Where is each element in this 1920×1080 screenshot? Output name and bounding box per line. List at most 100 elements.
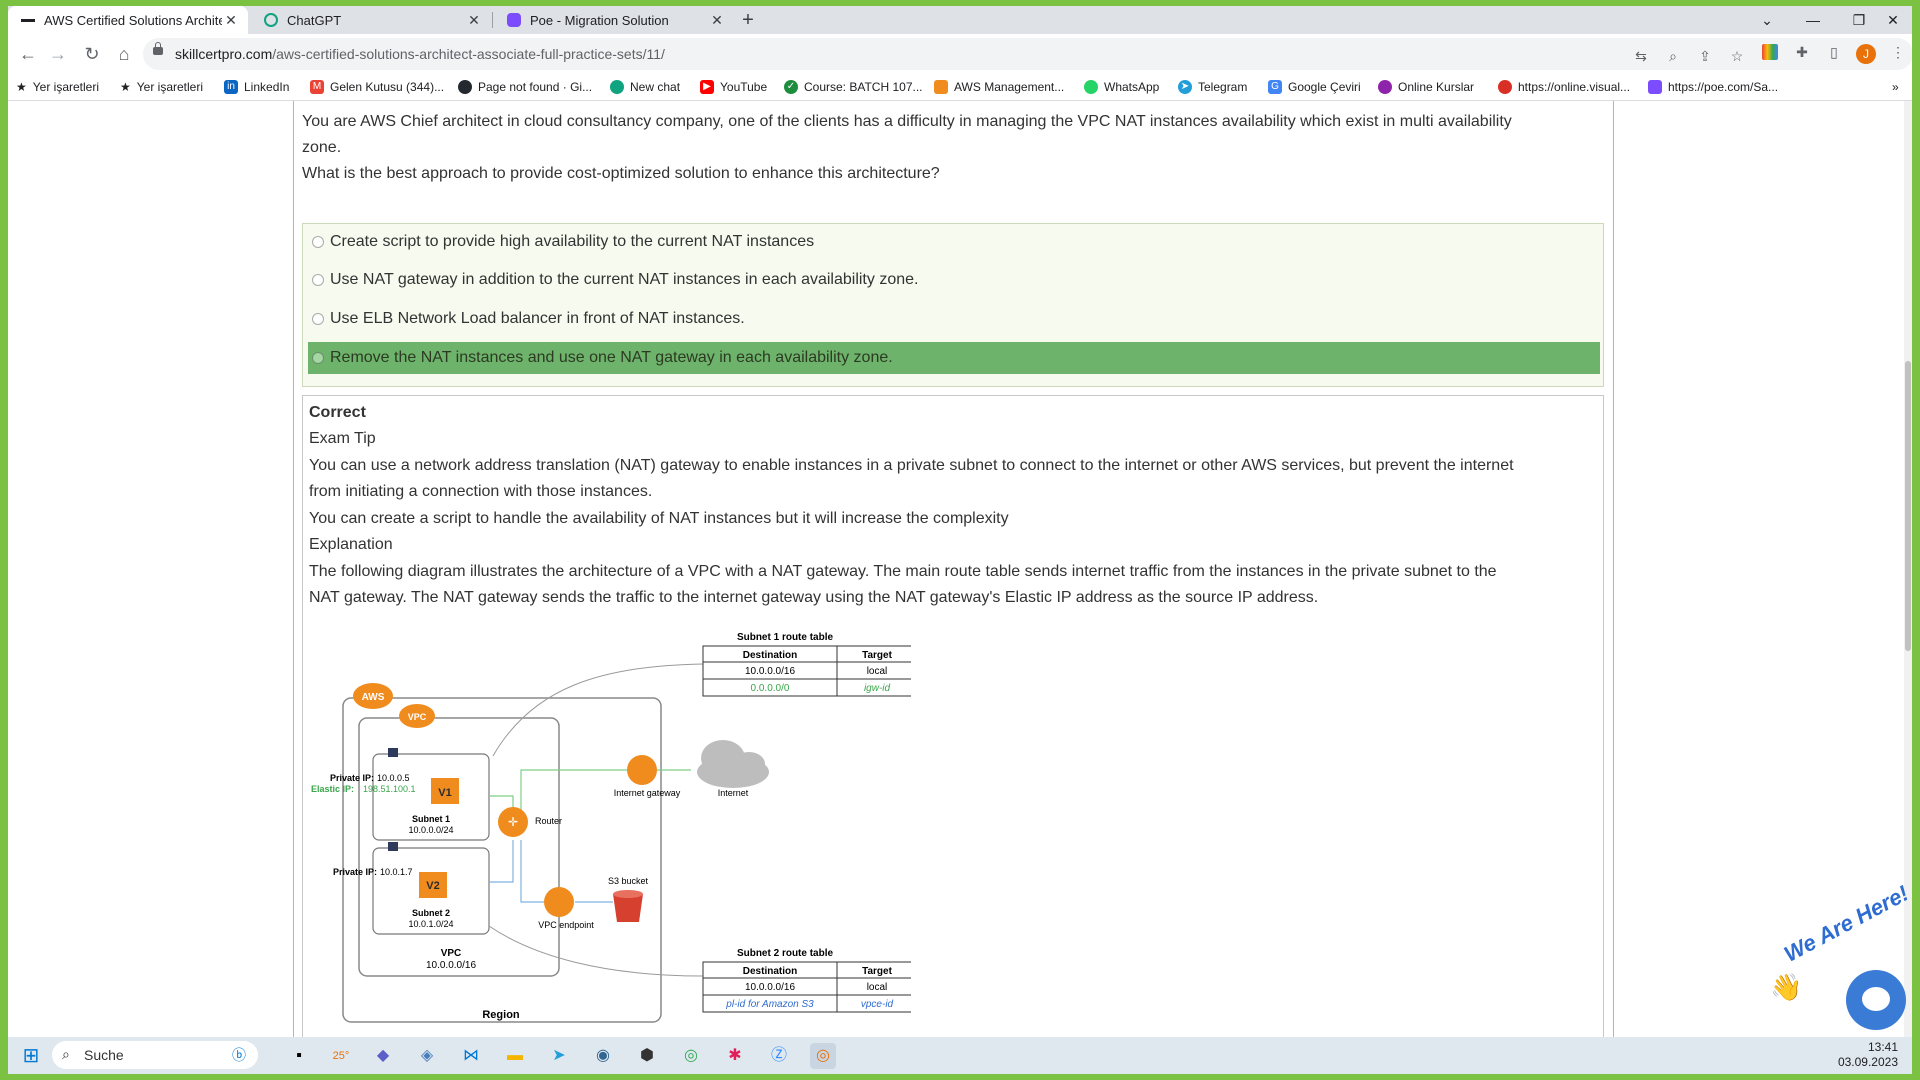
gmail-icon: M [310, 80, 324, 94]
translate-icon: G [1268, 80, 1282, 94]
zoom-icon[interactable]: ⌕ [1663, 46, 1683, 66]
windows-start-icon[interactable]: ⊞ [18, 1043, 44, 1069]
bookmark-google-translate[interactable]: G Google Çeviri [1268, 78, 1361, 96]
diagram-svg: Region AWS VPC VPC 10.0.0.0/16 V1 Subnet… [311, 632, 918, 1023]
private-ip2-label: Private IP: [333, 867, 377, 877]
answer-option[interactable]: Use ELB Network Load balancer in front o… [308, 303, 1600, 335]
bookmark-aws[interactable]: AWS Management... [934, 78, 1064, 96]
vpc-label: VPC [441, 948, 462, 959]
url-text[interactable]: skillcertpro.com/aws-certified-solutions… [175, 46, 665, 62]
bookmark-star-icon[interactable]: ☆ [1727, 46, 1747, 66]
explanation-panel: Correct Exam Tip You can use a network a… [302, 395, 1604, 1037]
postgres-icon[interactable]: ◉ [590, 1043, 616, 1069]
bookmark-folder[interactable]: ★ Yer işaretleri [16, 78, 99, 96]
app-icon[interactable]: ◈ [414, 1043, 440, 1069]
extension-colorful-icon[interactable] [1760, 42, 1780, 62]
bookmark-new-chat[interactable]: New chat [610, 78, 680, 96]
github-icon [458, 80, 472, 94]
vscode-icon[interactable]: ⋈ [458, 1043, 484, 1069]
virtualbox-icon[interactable]: ⬢ [634, 1043, 660, 1069]
tab-title: AWS Certified Solutions Architect [44, 12, 222, 28]
taskbar-search[interactable]: ⌕ Suche ⓑ [52, 1041, 258, 1069]
weather-icon[interactable]: 25° [328, 1043, 354, 1069]
vpc-cidr: 10.0.0.0/16 [426, 960, 476, 971]
bookmark-folder[interactable]: ★ Yer işaretleri [120, 78, 203, 96]
explanation-heading: Explanation [309, 536, 393, 553]
telegram-icon[interactable]: ➤ [546, 1043, 572, 1069]
bing-icon[interactable]: ⓑ [232, 1045, 246, 1065]
poe-icon [506, 12, 522, 28]
translate-icon[interactable]: ⇆ [1631, 46, 1651, 66]
zoom-app-icon[interactable]: Ⓩ [766, 1043, 792, 1069]
tab-chatgpt[interactable]: ChatGPT ✕ [251, 6, 491, 34]
internet-gateway-icon [627, 755, 657, 785]
bookmark-online-kurslar[interactable]: Online Kurslar [1378, 78, 1474, 96]
menu-icon[interactable]: ⋮ [1888, 42, 1908, 62]
home-icon[interactable]: ⌂ [110, 40, 138, 68]
close-icon[interactable]: ✕ [465, 12, 483, 29]
poe-icon [1648, 80, 1662, 94]
extensions-puzzle-icon[interactable]: ✚ [1792, 42, 1812, 62]
bookmark-gmail[interactable]: M Gelen Kutusu (344)... [310, 78, 444, 96]
bookmarks-bar: ★ Yer işaretleri ★ Yer işaretleri in Linked… [8, 74, 1912, 101]
teams-icon[interactable]: ◆ [370, 1043, 396, 1069]
bookmark-youtube[interactable]: ▶ YouTube [700, 78, 767, 96]
close-icon[interactable]: ✕ [222, 12, 240, 29]
tip-text: You can create a script to handle the av… [309, 510, 1009, 527]
lock-icon[interactable] [153, 42, 163, 55]
elastic-ip-value: 198.51.100.1 [363, 784, 416, 794]
bookmark-online-visual[interactable]: https://online.visual... [1498, 78, 1630, 96]
bookmark-telegram[interactable]: ➤ Telegram [1178, 78, 1247, 96]
region-box [342, 697, 662, 1023]
tab-poe[interactable]: Poe - Migration Solution ✕ [494, 6, 734, 34]
scrollbar-thumb[interactable] [1905, 361, 1911, 651]
slack-icon[interactable]: ✱ [722, 1043, 748, 1069]
bookmark-course[interactable]: ✓ Course: BATCH 107... [784, 78, 923, 96]
reload-icon[interactable]: ↻ [78, 40, 106, 68]
radio-button[interactable] [312, 352, 324, 364]
close-window-icon[interactable]: ✕ [1870, 6, 1912, 34]
youtube-icon: ▶ [700, 80, 714, 94]
file-explorer-icon[interactable]: ▬ [502, 1043, 528, 1069]
new-tab-button[interactable]: + [736, 8, 760, 32]
internet-cloud-part [733, 752, 765, 776]
column-header: Target [862, 650, 892, 661]
tab-separator [492, 12, 493, 28]
answer-option[interactable]: Create script to provide high availabili… [308, 226, 1600, 258]
route-table-link [492, 663, 704, 757]
elastic-ip-label: Elastic IP: [311, 784, 354, 794]
explanation-text: The following diagram illustrates the ar… [309, 563, 1497, 580]
minimize-icon[interactable]: — [1790, 6, 1836, 34]
side-panel-icon[interactable]: ▯ [1824, 42, 1844, 62]
chrome-active-icon[interactable]: ◎ [810, 1043, 836, 1069]
chat-bubble-icon [1862, 987, 1890, 1011]
tab-aws-certified[interactable]: AWS Certified Solutions Architect ✕ [8, 6, 248, 34]
bookmark-github[interactable]: Page not found · Gi... [458, 78, 592, 96]
answer-option[interactable]: Use NAT gateway in addition to the curre… [308, 264, 1600, 296]
system-clock[interactable]: 13:41 03.09.2023 [1828, 1040, 1898, 1070]
bookmark-linkedin[interactable]: in LinkedIn [224, 78, 289, 96]
address-bar[interactable]: skillcertpro.com/aws-certified-solutions… [143, 38, 1912, 70]
answer-option-correct[interactable]: Remove the NAT instances and use one NAT… [308, 342, 1600, 374]
route-table1-title: Subnet 1 route table [737, 632, 834, 643]
radio-button[interactable] [312, 313, 324, 325]
task-view-icon[interactable]: ▪ [286, 1043, 312, 1069]
tab-search-icon[interactable]: ⌄ [1744, 6, 1790, 34]
radio-button[interactable] [312, 236, 324, 248]
radio-button[interactable] [312, 274, 324, 286]
chrome-icon[interactable]: ◎ [678, 1043, 704, 1069]
forward-icon[interactable]: → [44, 40, 72, 68]
more-bookmarks-icon[interactable]: » [1892, 78, 1899, 96]
chatgpt-icon [610, 80, 624, 94]
chat-button[interactable] [1846, 970, 1906, 1030]
quiz-content: You are AWS Chief architect in cloud con… [293, 101, 1614, 1037]
bookmark-whatsapp[interactable]: WhatsApp [1084, 78, 1159, 96]
share-icon[interactable]: ⇪ [1695, 46, 1715, 66]
avatar[interactable]: J [1856, 44, 1876, 64]
router-glyph: ✛ [508, 815, 518, 829]
back-icon[interactable]: ← [14, 40, 42, 68]
site-icon [1498, 80, 1512, 94]
close-icon[interactable]: ✕ [708, 12, 726, 29]
bookmark-poe[interactable]: https://poe.com/Sa... [1648, 78, 1778, 96]
telegram-icon: ➤ [1178, 80, 1192, 94]
